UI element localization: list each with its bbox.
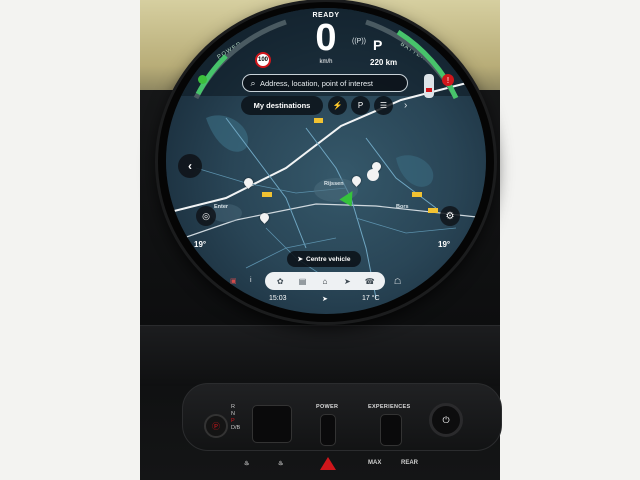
restaurant-icon[interactable]: ☰ (374, 96, 393, 115)
experiences-toggle[interactable] (380, 414, 402, 446)
navigation-arrow-icon: ➤ (297, 256, 303, 263)
map-settings-icon[interactable]: ⚙ (440, 206, 460, 226)
gear-r-label: R (231, 404, 235, 410)
search-icon: ⌕ (250, 77, 256, 88)
parking-search-icon[interactable]: P (351, 96, 370, 115)
speed-limit-sign: 100 (255, 52, 271, 68)
gauge-arcs (176, 19, 476, 280)
map-view-icon[interactable]: ◎ (196, 206, 216, 226)
range-readout: 220 km (370, 58, 398, 67)
volume-knob[interactable]: ⏻ (429, 403, 463, 437)
back-button[interactable]: ‹ (178, 154, 202, 178)
right-temperature[interactable]: 19° (438, 240, 450, 249)
clock: 15:03 (269, 295, 287, 302)
experiences-label: EXPERIENCES (368, 404, 411, 410)
chevron-right-icon[interactable]: › (404, 100, 407, 111)
search-placeholder: Address, location, point of interest (260, 78, 373, 88)
background-wall-right (500, 0, 640, 480)
phone-icon[interactable]: ☎ (363, 277, 377, 286)
my-destinations-button[interactable]: My destinations (241, 96, 323, 115)
gear-db-label: D/B (231, 425, 241, 431)
background-wall-left (0, 0, 140, 480)
apps-icon[interactable]: ☖ (394, 277, 401, 286)
navigation-status-icon: ➤ (322, 296, 328, 303)
gear-selector-labels: R N P D/B (231, 404, 240, 432)
driving-assist-icon[interactable]: ▣ (230, 277, 237, 285)
seat-heat-icon[interactable]: ♨ (278, 460, 283, 467)
home-icon[interactable]: ⌂ (318, 277, 332, 286)
gear-n-label: N (231, 411, 235, 417)
power-label: POWER (316, 404, 339, 410)
eco-mode-icon (198, 75, 207, 84)
rear-defrost-button[interactable]: REAR (401, 460, 418, 466)
info-icon[interactable]: i (250, 277, 252, 284)
navigation-icon[interactable]: ➤ (340, 277, 354, 286)
gear-selector-toggle[interactable] (252, 405, 292, 443)
centre-vehicle-label: Centre vehicle (306, 255, 351, 263)
gear-indicator: P (373, 37, 383, 53)
fan-icon[interactable]: ✿ (273, 277, 287, 286)
destination-search-field[interactable]: ⌕ Address, location, point of interest (242, 74, 408, 92)
parking-assist-icon: ((P)) (352, 38, 366, 45)
seatbelt-warning-icon: ! (442, 74, 454, 86)
car-status-icon (424, 74, 434, 98)
centre-vehicle-button[interactable]: ➤ Centre vehicle (287, 251, 361, 267)
parking-brake-button[interactable]: Ⓟ (204, 414, 228, 438)
climate-auto-icon[interactable]: ♨ (244, 460, 249, 467)
dashboard-trim (140, 325, 500, 386)
charging-station-icon[interactable]: ⚡ (328, 96, 347, 115)
max-defrost-button[interactable]: MAX (368, 460, 381, 466)
outside-temperature: 17 °C (362, 295, 380, 302)
hazard-lights-button[interactable] (320, 457, 336, 470)
circular-display: Rijssen Enter Bors READY 0 km/h POWER BA… (166, 8, 486, 314)
gear-p-label: P (231, 418, 235, 424)
app-dock: ✿ ▤ ⌂ ➤ ☎ (265, 272, 385, 290)
power-toggle[interactable] (320, 414, 336, 446)
left-temperature[interactable]: 19° (194, 240, 206, 249)
media-icon[interactable]: ▤ (296, 277, 310, 286)
